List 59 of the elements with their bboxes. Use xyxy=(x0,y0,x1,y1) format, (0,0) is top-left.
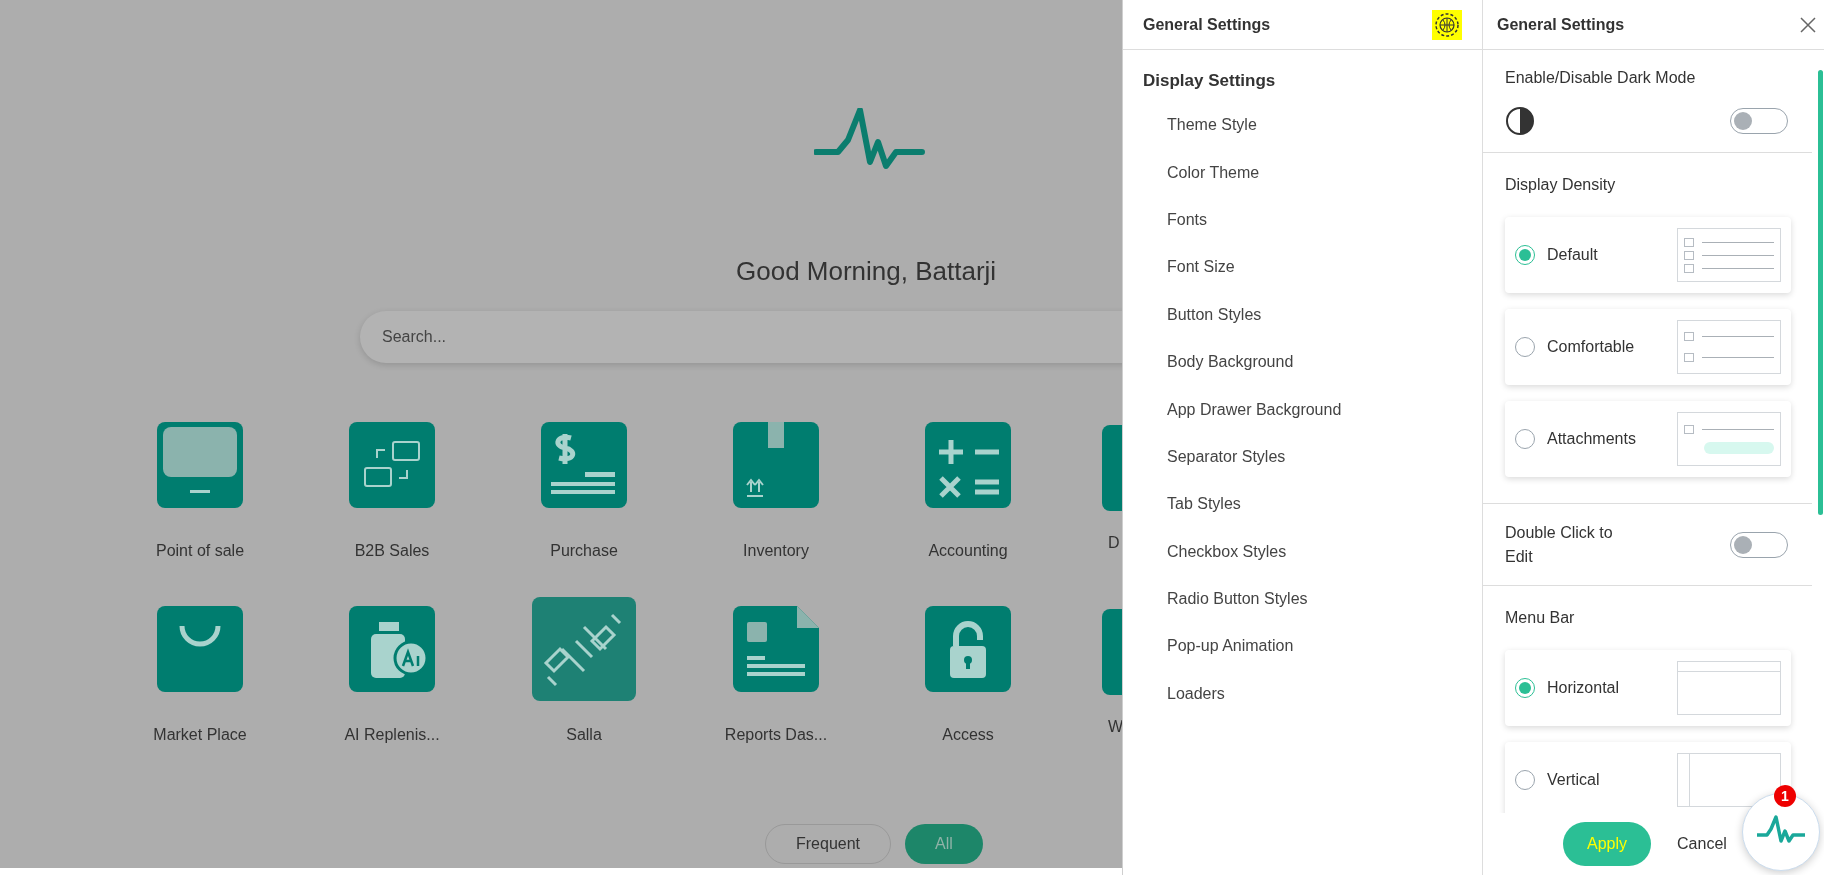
option-label: Vertical xyxy=(1547,770,1600,790)
settings-menu-item[interactable]: Theme Style xyxy=(1123,101,1482,149)
app-tile-icon xyxy=(1102,425,1122,511)
app-label[interactable]: B2B Sales xyxy=(354,539,430,563)
settings-menu-item[interactable]: App Drawer Background xyxy=(1123,385,1482,434)
settings-menu-item[interactable]: Font Size xyxy=(1123,243,1482,292)
search-field[interactable]: Search... xyxy=(360,311,1122,363)
ai-bottle-icon xyxy=(349,606,435,692)
settings-menu-item[interactable]: Checkbox Styles xyxy=(1123,528,1482,576)
option-card[interactable]: Attachments xyxy=(1505,401,1791,477)
dollar-lines-icon xyxy=(541,422,627,508)
app-label[interactable]: Inventory xyxy=(743,539,809,563)
padlock-icon xyxy=(925,606,1011,692)
app-label[interactable]: Reports Das... xyxy=(724,723,828,747)
settings-menu-item[interactable]: Body Background xyxy=(1123,338,1482,386)
settings-menu-item[interactable]: Radio Button Styles xyxy=(1123,575,1482,623)
settings-menu-item[interactable]: Button Styles xyxy=(1123,291,1482,339)
app-label[interactable]: D xyxy=(1108,531,1120,555)
cancel-button[interactable]: Cancel xyxy=(1677,832,1727,856)
section-heading: Display Settings xyxy=(1142,70,1277,92)
settings-menu-item[interactable]: Tab Styles xyxy=(1123,480,1482,528)
scrollbar-thumb[interactable] xyxy=(1818,70,1823,515)
setting-label: Enable/Disable Dark Mode xyxy=(1505,68,1697,88)
panel-title: General Settings xyxy=(1497,14,1625,35)
close-icon[interactable] xyxy=(1800,16,1816,33)
settings-menu-item[interactable]: Loaders xyxy=(1123,670,1482,718)
globe-gear-icon[interactable] xyxy=(1432,9,1462,40)
app-label[interactable]: Accounting xyxy=(928,539,1008,563)
panel-title: General Settings xyxy=(1143,14,1271,35)
box-icon xyxy=(733,422,819,508)
app-label[interactable]: Point of sale xyxy=(155,539,245,563)
document-icon xyxy=(733,606,819,692)
option-label: Attachments xyxy=(1547,429,1636,449)
option-card[interactable]: Comfortable xyxy=(1505,309,1791,385)
bag-icon xyxy=(157,606,243,692)
setting-label: Display Density xyxy=(1505,175,1617,195)
setting-label: Double Click to Edit xyxy=(1505,522,1614,567)
app-label[interactable]: Access xyxy=(942,723,994,747)
option-card[interactable]: Default xyxy=(1505,217,1791,293)
greeting: Good Morning, Battarji xyxy=(736,255,997,288)
dark-mode-toggle[interactable] xyxy=(1730,108,1788,134)
settings-menu-item[interactable]: Separator Styles xyxy=(1123,433,1482,481)
contrast-icon xyxy=(1505,106,1535,136)
settings-menu-item[interactable]: Pop-up Animation xyxy=(1123,622,1482,671)
app-label[interactable]: Purchase xyxy=(550,539,618,563)
app-label[interactable]: Market Place xyxy=(153,723,247,747)
app-label[interactable]: AI Replenis... xyxy=(344,723,440,747)
settings-menu-item[interactable]: Fonts xyxy=(1123,196,1482,244)
calculator-icon xyxy=(925,422,1011,508)
settings-menu-item[interactable]: Color Theme xyxy=(1123,148,1482,197)
option-label: Horizontal xyxy=(1547,678,1620,698)
option-label: Default xyxy=(1547,245,1598,265)
option-card[interactable]: Horizontal xyxy=(1505,650,1791,726)
setting-label: Menu Bar xyxy=(1505,608,1576,628)
app-label[interactable]: Salla xyxy=(566,723,602,747)
option-label: Comfortable xyxy=(1547,337,1635,357)
app-tile-icon xyxy=(1102,609,1122,695)
monitor-icon xyxy=(157,422,243,508)
double-click-toggle[interactable] xyxy=(1730,531,1788,558)
